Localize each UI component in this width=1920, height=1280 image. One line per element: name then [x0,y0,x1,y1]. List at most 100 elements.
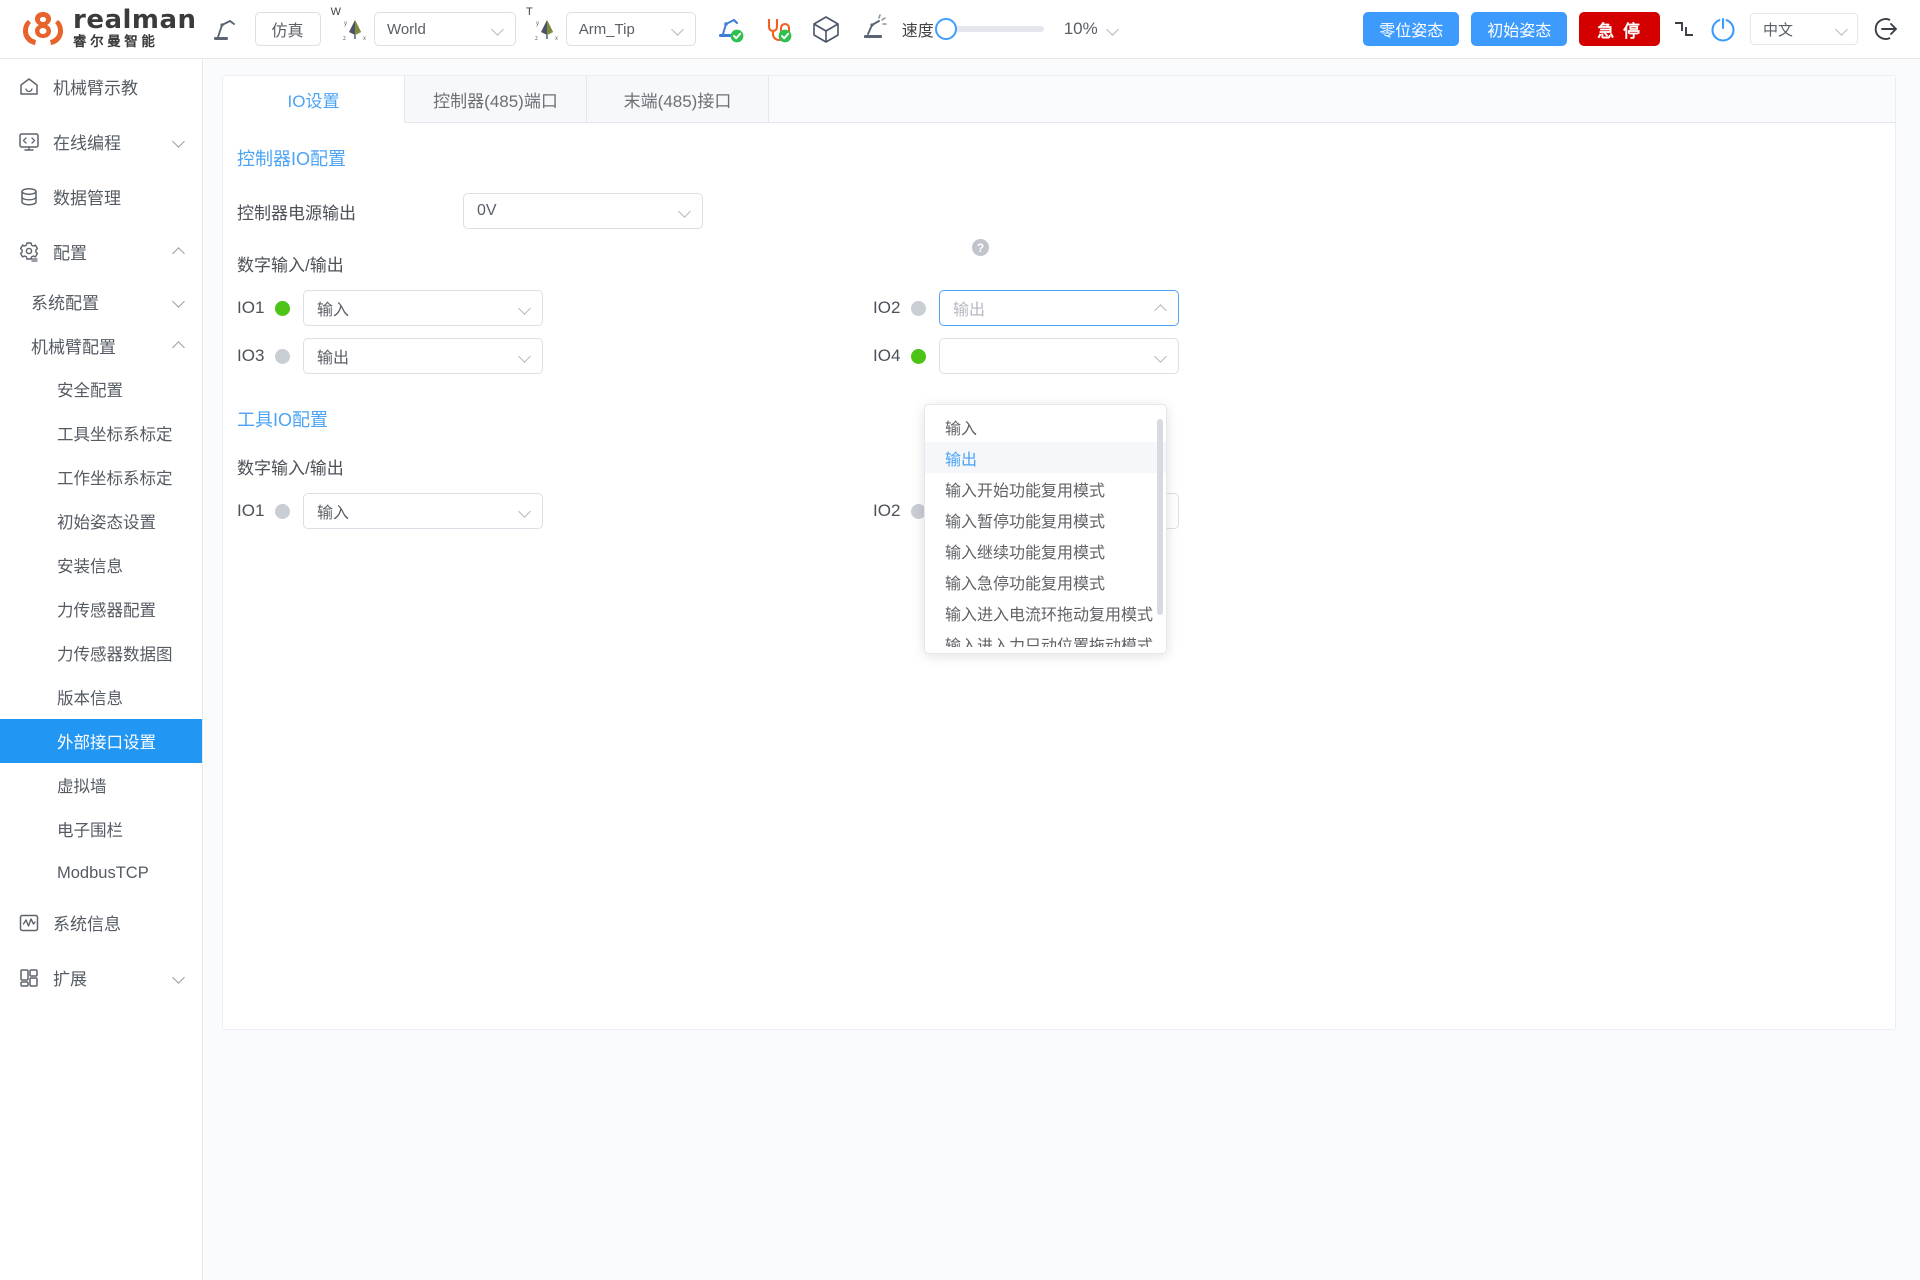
tab-io-settings[interactable]: IO设置 [223,76,405,123]
world-frame-select[interactable]: World [373,12,516,46]
language-select[interactable]: 中文 [1750,13,1858,45]
dropdown-scrollbar[interactable] [1157,419,1163,615]
tool-frame-value: Arm_Tip [578,20,635,38]
sidebar-item-work-frame-calib[interactable]: 工作坐标系标定 [0,455,202,499]
controller-io4-cell: IO4 [873,338,1509,374]
sidebar-item-label: 力传感器数据图 [57,646,173,664]
teach-pendant-icon[interactable] [211,15,241,43]
controller-io2-label: IO2 [873,298,901,317]
collision-icon[interactable] [859,14,889,44]
tab-label: 末端(485)接口 [623,91,732,111]
sidebar-item-arm-config[interactable]: 机械臂配置 [0,323,202,367]
dropdown-option[interactable]: 输入继续功能复用模式 [925,535,1166,566]
controller-io1-status-dot [275,300,290,316]
sidebar-item-configuration[interactable]: 配置 [0,224,202,279]
sidebar-item-extensions[interactable]: 扩展 [0,950,202,1005]
grid-icon [18,967,40,989]
brand-logo: realman 睿尔曼智能 [22,7,197,51]
sidebar-item-label: 机械臂示教 [53,79,138,98]
controller-io-row: IO3 输出 IO4 [237,338,1895,374]
world-axis-icon: y z x [342,16,368,42]
controller-io1-value: 输入 [317,302,350,319]
io-settings-panel: IO设置 控制器(485)端口 末端(485)接口 控制器IO配置 控制器电源输… [222,75,1896,1030]
controller-io3-select[interactable]: 输出 [303,338,543,374]
sidebar-item-electronic-fence[interactable]: 电子围栏 [0,807,202,851]
controller-io2-status-dot [911,300,926,316]
robot-connect-icon[interactable] [715,14,745,44]
sidebar-item-label: 初始姿态设置 [57,514,156,532]
sidebar-item-system-info[interactable]: 系统信息 [0,895,202,950]
chevron-down-icon [1154,349,1168,363]
top-toolbar: realman 睿尔曼智能 仿真 W y z x World T y z x A… [0,0,1920,59]
tool-frame-select[interactable]: Arm_Tip [565,12,696,46]
sidebar-item-force-sensor-chart[interactable]: 力传感器数据图 [0,631,202,675]
controller-io4-select[interactable] [939,338,1179,374]
speed-chevron-down-icon[interactable] [1106,22,1120,36]
sidebar-item-data-management[interactable]: 数据管理 [0,169,202,224]
dropdown-option[interactable]: 输入暂停功能复用模式 [925,504,1166,535]
controller-io3-label: IO3 [237,346,265,365]
sidebar-item-modbus-tcp[interactable]: ModbusTCP [0,851,202,895]
dropdown-option[interactable]: 输入急停功能复用模式 [925,566,1166,597]
chevron-up-icon [173,245,186,258]
sidebar-item-force-sensor-config[interactable]: 力传感器配置 [0,587,202,631]
sidebar-item-label: 工作坐标系标定 [57,470,173,488]
sidebar-item-init-pose-settings[interactable]: 初始姿态设置 [0,499,202,543]
controller-io2-dropdown[interactable]: 输入 输出 输入开始功能复用模式 输入暂停功能复用模式 输入继续功能复用模式 输… [924,404,1167,654]
sidebar-item-tool-frame-calib[interactable]: 工具坐标系标定 [0,411,202,455]
controller-power-output-row: 控制器电源输出 0V [237,193,1895,229]
dropdown-option[interactable]: 输出 [925,442,1166,473]
init-pose-button[interactable]: 初始姿态 [1471,12,1568,46]
sidebar-item-label: 安装信息 [57,558,123,576]
sidebar-item-external-interface-settings[interactable]: 外部接口设置 [0,719,202,763]
controller-power-output-select[interactable]: 0V [463,193,703,229]
controller-io1-select[interactable]: 输入 [303,290,543,326]
sidebar-item-teach[interactable]: 机械臂示教 [0,59,202,114]
controller-io2-cell: IO2 输出 [873,290,1509,326]
cable-connect-icon[interactable] [763,14,793,44]
tab-controller-485-port[interactable]: 控制器(485)端口 [405,76,587,122]
controller-power-output-value: 0V [477,202,497,219]
zero-pose-button[interactable]: 零位姿态 [1363,12,1460,46]
controller-power-output-label: 控制器电源输出 [237,203,356,223]
speed-slider[interactable] [934,18,1044,40]
sidebar: 机械臂示教 在线编程 数据管理 配置 系统配置 机械臂配置 安全配置 工具坐标系… [0,59,203,1280]
io-settings-content: 控制器IO配置 控制器电源输出 0V 数字输入/输出 ? IO1 输入 IO2 … [223,123,1895,654]
help-icon[interactable]: ? [972,239,989,256]
sidebar-item-system-config[interactable]: 系统配置 [0,279,202,323]
collapse-icon[interactable] [1672,17,1696,41]
dropdown-option[interactable]: 输入 [925,411,1166,442]
sidebar-item-virtual-wall[interactable]: 虚拟墙 [0,763,202,807]
speed-slider-handle[interactable] [934,18,957,40]
sidebar-item-safety-config[interactable]: 安全配置 [0,367,202,411]
sidebar-item-label: 机械臂配置 [31,337,116,357]
svg-text:x: x [363,36,366,42]
cube-icon[interactable] [811,14,841,44]
dropdown-option[interactable]: 输入进入电流环拖动复用模式 [925,597,1166,628]
controller-io2-select[interactable]: 输出 [939,290,1179,326]
dropdown-option-list[interactable]: 输入 输出 输入开始功能复用模式 输入暂停功能复用模式 输入继续功能复用模式 输… [925,411,1166,647]
dropdown-option[interactable]: 输入开始功能复用模式 [925,473,1166,504]
sidebar-item-install-info[interactable]: 安装信息 [0,543,202,587]
brand-name-cn: 睿尔曼智能 [73,34,159,49]
brand-name-en: realman [73,5,197,35]
gear-icon [18,241,40,263]
logout-icon[interactable] [1872,14,1902,44]
controller-io3-status-dot [275,348,290,364]
chevron-down-icon [671,22,685,36]
emergency-stop-button[interactable]: 急 停 [1579,12,1660,46]
controller-digital-io-group: 数字输入/输出 ? IO1 输入 IO2 输出 IO3 输出 IO4 [237,239,1895,374]
controller-io3-value: 输出 [317,350,350,367]
power-icon[interactable] [1708,14,1738,44]
simulation-button[interactable]: 仿真 [254,12,321,46]
dropdown-option[interactable]: 输入进入力只动位置拖动模式 [925,628,1166,648]
controller-io-row: IO1 输入 IO2 输出 [237,290,1895,326]
tab-bar: IO设置 控制器(485)端口 末端(485)接口 [223,76,1895,123]
tab-end-485-interface[interactable]: 末端(485)接口 [587,76,769,122]
chevron-down-icon [518,504,532,518]
sidebar-item-label: 工具坐标系标定 [57,426,173,444]
tool-io1-select[interactable]: 输入 [303,493,543,529]
tab-label: IO设置 [287,91,340,111]
sidebar-item-version-info[interactable]: 版本信息 [0,675,202,719]
sidebar-item-online-programming[interactable]: 在线编程 [0,114,202,169]
